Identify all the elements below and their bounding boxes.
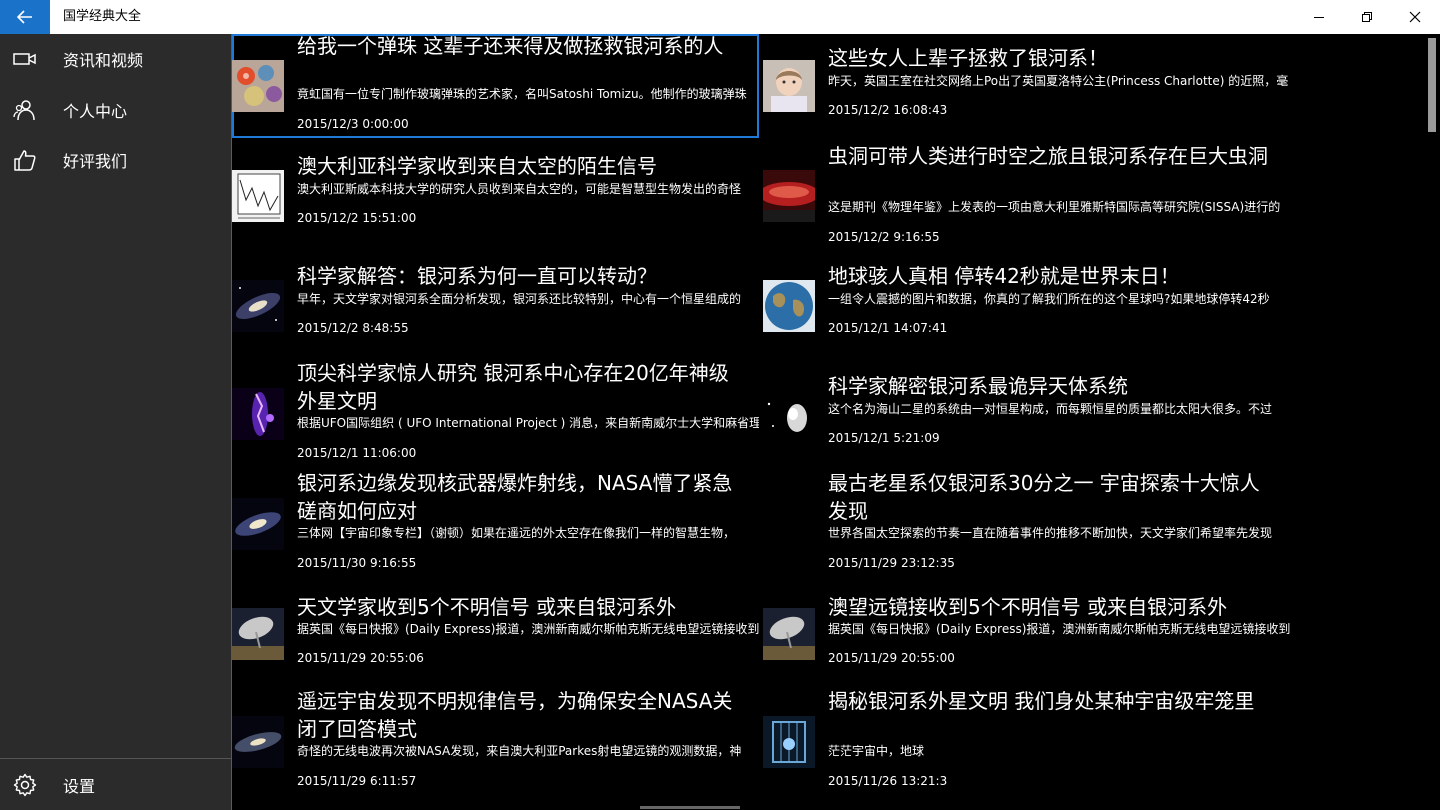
sidebar: 资讯和视频 个人中心 好评我们 设置 <box>0 34 231 810</box>
close-icon <box>1409 11 1421 23</box>
article-thumbnail <box>232 388 284 440</box>
article-thumbnail <box>763 716 815 768</box>
article-card[interactable]: 给我一个弹珠 这辈子还来得及做拯救银河系的人 竟虹国有一位专门制作玻璃弹珠的艺术… <box>232 34 759 138</box>
article-card[interactable]: 科学家解答：银河系为何一直可以转动？ 早年，天文学家对银河系全面分析发现，银河系… <box>232 254 759 354</box>
nav-label: 好评我们 <box>63 152 128 171</box>
article-summary: 昨天，英国王室在社交网络上Po出了英国夏洛特公主(Princess Charlo… <box>828 74 1289 88</box>
article-title: 澳大利亚科学家收到来自太空的陌生信号 <box>297 154 657 178</box>
article-date: 2015/11/29 20:55:06 <box>297 651 424 665</box>
article-title: 虫洞可带人类进行时空之旅且银河系存在巨大虫洞 <box>828 144 1268 168</box>
article-card[interactable]: 科学家解密银河系最诡异天体系统 这个名为海山二星的系统由一对恒星构成，而每颗恒星… <box>763 364 1290 464</box>
settings-label: 设置 <box>63 777 96 796</box>
gear-icon <box>12 772 38 798</box>
nav-item-news-video[interactable]: 资讯和视频 <box>0 34 231 84</box>
article-card[interactable]: 天文学家收到5个不明信号 或来自银河系外 据英国《每日快报》(Daily Exp… <box>232 592 759 674</box>
article-summary: 根据UFO国际组织 ( UFO International Project ) … <box>297 416 759 430</box>
article-title: 科学家解密银河系最诡异天体系统 <box>828 374 1128 398</box>
nav-label: 资讯和视频 <box>63 51 144 70</box>
article-thumbnail <box>232 498 284 550</box>
article-summary: 竟虹国有一位专门制作玻璃弹珠的艺术家，名叫Satoshi Tomizu。他制作的… <box>297 87 747 101</box>
article-date: 2015/12/1 11:06:00 <box>297 446 417 460</box>
sidebar-divider <box>0 758 231 759</box>
article-grid: 给我一个弹珠 这辈子还来得及做拯救银河系的人 竟虹国有一位专门制作玻璃弹珠的艺术… <box>232 34 1427 810</box>
nav-label: 个人中心 <box>63 102 128 121</box>
article-thumbnail <box>763 170 815 222</box>
article-thumbnail <box>232 716 284 768</box>
article-title: 这些女人上辈子拯救了银河系！ <box>828 46 1108 70</box>
article-summary: 三体网【宇宙印象专栏】（谢顿）如果在遥远的外太空存在像我们一样的智慧生物， <box>297 526 736 540</box>
article-card[interactable]: 这些女人上辈子拯救了银河系！ 昨天，英国王室在社交网络上Po出了英国夏洛特公主(… <box>763 34 1290 138</box>
article-summary: 这个名为海山二星的系统由一对恒星构成，而每颗恒星的质量都比太阳大很多。不过 <box>828 402 1273 416</box>
article-summary: 这是期刊《物理年鉴》上发表的一项由意大利里雅斯特国际高等研究院(SISSA)进行… <box>828 200 1281 214</box>
article-title: 科学家解答：银河系为何一直可以转动？ <box>297 264 657 288</box>
minimize-icon <box>1314 17 1324 18</box>
app-title: 国学经典大全 <box>63 9 142 24</box>
article-card[interactable]: 揭秘银河系外星文明 我们身处某种宇宙级牢笼里 茫茫宇宙中，地球 2015/11/… <box>763 686 1290 796</box>
article-date: 2015/12/1 14:07:41 <box>828 321 948 335</box>
article-card[interactable]: 澳大利亚科学家收到来自太空的陌生信号 澳大利亚斯威本科技大学的研究人员收到来自太… <box>232 144 759 244</box>
article-title: 地球骇人真相 停转42秒就是世界末日！ <box>828 264 1180 288</box>
article-title: 澳望远镜接收到5个不明信号 或来自银河系外 <box>828 595 1228 619</box>
article-summary: 奇怪的无线电波再次被NASA发现，来自澳大利亚Parkes射电望远镜的观测数据，… <box>297 744 742 758</box>
article-thumbnail <box>763 608 815 660</box>
article-thumbnail <box>232 60 284 112</box>
article-title: 揭秘银河系外星文明 我们身处某种宇宙级牢笼里 <box>828 689 1255 713</box>
article-summary: 澳大利亚斯威本科技大学的研究人员收到来自太空的，可能是智慧型生物发出的奇怪 <box>297 182 742 196</box>
article-card[interactable]: 顶尖科学家惊人研究 银河系中心存在20亿年神级外星文明 根据UFO国际组织 ( … <box>232 358 759 468</box>
article-date: 2015/11/30 9:16:55 <box>297 556 417 570</box>
vertical-scrollbar[interactable] <box>1428 38 1436 132</box>
article-summary: 早年，天文学家对银河系全面分析发现，银河系还比较特别，中心有一个恒星组成的 <box>297 292 742 306</box>
title-bar: 国学经典大全 <box>0 0 1440 34</box>
article-summary: 一组令人震撼的图片和数据，你真的了解我们所在的这个星球吗?如果地球停转42秒 <box>828 292 1270 306</box>
back-arrow-icon <box>17 10 32 24</box>
video-camera-icon <box>12 46 38 72</box>
nav-item-personal-center[interactable]: 个人中心 <box>0 85 231 135</box>
article-date: 2015/12/2 15:51:00 <box>297 211 417 225</box>
article-summary: 据英国《每日快报》(Daily Express)报道，澳洲新南威尔斯帕克斯无线电… <box>297 622 759 636</box>
back-button[interactable] <box>0 0 50 34</box>
article-date: 2015/11/29 6:11:57 <box>297 774 417 788</box>
article-card[interactable]: 最古老星系仅银河系30分之一 宇宙探索十大惊人发现 世界各国太空探索的节奏一直在… <box>763 468 1290 578</box>
article-card[interactable]: 遥远宇宙发现不明规律信号，为确保安全NASA关闭了回答模式 奇怪的无线电波再次被… <box>232 686 759 796</box>
article-thumbnail <box>232 608 284 660</box>
article-summary: 据英国《每日快报》(Daily Express)报道，澳洲新南威尔斯帕克斯无线电… <box>828 622 1290 636</box>
article-date: 2015/11/26 13:21:3 <box>828 774 948 788</box>
article-date: 2015/12/2 16:08:43 <box>828 103 948 117</box>
article-thumbnail <box>763 390 815 442</box>
nav-item-rate-us[interactable]: 好评我们 <box>0 135 231 185</box>
article-title: 最古老星系仅银河系30分之一 宇宙探索十大惊人发现 <box>828 471 1260 523</box>
close-button[interactable] <box>1391 0 1439 34</box>
article-date: 2015/12/3 0:00:00 <box>297 117 409 131</box>
nav-item-settings[interactable]: 设置 <box>0 760 231 810</box>
article-thumbnail <box>763 60 815 112</box>
article-date: 2015/12/1 5:21:09 <box>828 431 940 445</box>
article-card[interactable]: 澳望远镜接收到5个不明信号 或来自银河系外 据英国《每日快报》(Daily Ex… <box>763 592 1290 674</box>
article-summary: 茫茫宇宙中，地球 <box>828 744 925 758</box>
article-card[interactable]: 银河系边缘发现核武器爆炸射线，NASA懵了紧急磋商如何应对 三体网【宇宙印象专栏… <box>232 468 759 578</box>
restore-icon <box>1362 12 1372 22</box>
article-title: 遥远宇宙发现不明规律信号，为确保安全NASA关闭了回答模式 <box>297 689 733 741</box>
article-date: 2015/12/2 9:16:55 <box>828 230 940 244</box>
article-thumbnail <box>232 170 284 222</box>
article-date: 2015/11/29 23:12:35 <box>828 556 955 570</box>
article-title: 银河系边缘发现核武器爆炸射线，NASA懵了紧急磋商如何应对 <box>297 471 733 523</box>
article-date: 2015/12/2 8:48:55 <box>297 321 409 335</box>
article-card[interactable]: 地球骇人真相 停转42秒就是世界末日！ 一组令人震撼的图片和数据，你真的了解我们… <box>763 254 1290 354</box>
minimize-button[interactable] <box>1295 0 1343 34</box>
article-thumbnail <box>763 280 815 332</box>
people-icon <box>12 97 38 123</box>
article-date: 2015/11/29 20:55:00 <box>828 651 955 665</box>
restore-button[interactable] <box>1343 0 1391 34</box>
article-title: 给我一个弹珠 这辈子还来得及做拯救银河系的人 <box>297 34 724 58</box>
article-title: 顶尖科学家惊人研究 银河系中心存在20亿年神级外星文明 <box>297 361 729 413</box>
horizontal-scrollbar[interactable] <box>640 806 740 809</box>
article-summary: 世界各国太空探索的节奏一直在随着事件的推移不断加快，天文学家们希望率先发现 <box>828 526 1273 540</box>
article-card[interactable]: 虫洞可带人类进行时空之旅且银河系存在巨大虫洞 这是期刊《物理年鉴》上发表的一项由… <box>763 138 1290 250</box>
article-title: 天文学家收到5个不明信号 或来自银河系外 <box>297 595 677 619</box>
article-thumbnail <box>232 280 284 332</box>
thumbs-up-icon <box>12 147 38 173</box>
